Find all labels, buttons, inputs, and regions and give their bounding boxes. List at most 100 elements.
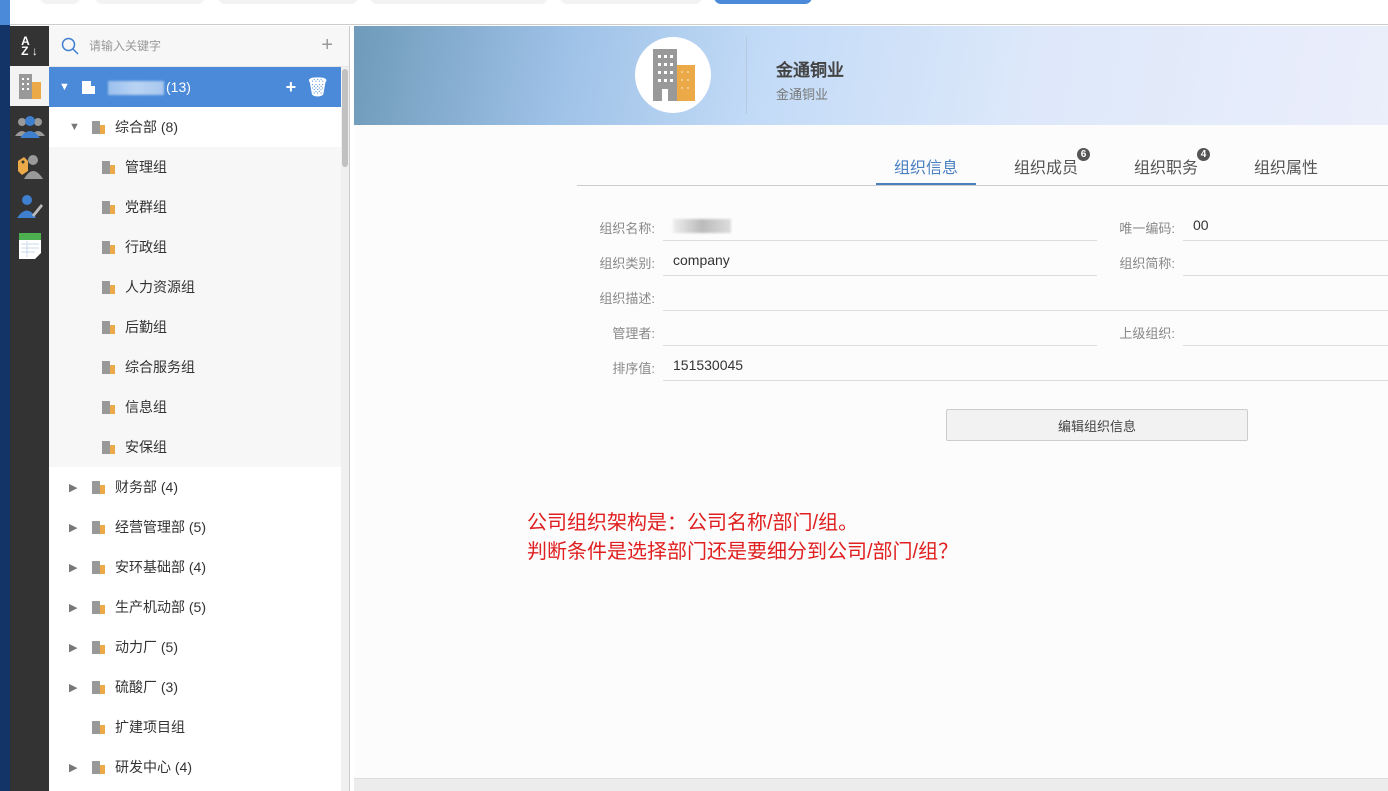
top-tab[interactable] [560, 0, 702, 4]
tree-node-label: 财务部 (4) [115, 479, 178, 495]
org-short-name-field[interactable] [1183, 249, 1388, 276]
parent-org-field[interactable] [1183, 319, 1388, 346]
tree-node[interactable]: 管理组 [49, 147, 341, 187]
tree-node[interactable]: 党群组 [49, 187, 341, 227]
users-group-icon[interactable] [10, 106, 49, 146]
top-tab[interactable] [218, 0, 358, 4]
manager-label: 管理者: [612, 326, 655, 341]
tree-node-label: 生产机动部 (5) [115, 599, 206, 615]
org-name-field[interactable] [663, 214, 1097, 241]
top-tab[interactable] [40, 0, 80, 4]
tree-node[interactable]: ▼ 综合部 (8) [49, 107, 341, 147]
browser-tab-bar [0, 0, 1388, 25]
tab-org-members[interactable]: 组织成员 6 [1014, 148, 1090, 185]
building-icon [92, 601, 105, 614]
building-icon [92, 761, 105, 774]
sort-az-icon[interactable]: AZ ↓ [10, 26, 49, 66]
org-title: 金通铜业 [776, 61, 844, 80]
trash-icon[interactable]: 🗑 [306, 77, 329, 98]
user-edit-icon[interactable] [10, 186, 49, 226]
caret-right-icon[interactable]: ▶ [69, 641, 77, 654]
tree-node[interactable]: 安保组 [49, 427, 341, 467]
edit-org-info-button[interactable]: 编辑组织信息 [946, 409, 1248, 441]
building-icon [102, 441, 115, 454]
building-icon [102, 161, 115, 174]
org-name-label: 组织名称: [599, 221, 655, 236]
org-type-label: 组织类别: [599, 256, 655, 271]
building-icon [92, 521, 105, 534]
tree-node[interactable]: ▶ 研发中心 (4) [49, 747, 341, 787]
tree-scrollbar[interactable] [341, 67, 349, 791]
caret-down-icon[interactable]: ▼ [59, 81, 70, 93]
app-edge-strip [0, 0, 10, 791]
tab-org-info[interactable]: 组织信息 [876, 154, 976, 185]
manager-field[interactable] [663, 319, 1097, 346]
building-icon [102, 401, 115, 414]
tree-node[interactable]: 后勤组 [49, 307, 341, 347]
tree-node[interactable]: 行政组 [49, 227, 341, 267]
tree-node-label: 硫酸厂 (3) [115, 679, 178, 695]
caret-right-icon[interactable]: ▶ [69, 761, 77, 774]
tree-node-label: 动力厂 (5) [115, 639, 178, 655]
tree-node-label: 后勤组 [125, 319, 167, 335]
top-tab-active[interactable] [714, 0, 812, 4]
tree-node[interactable]: ▶ 财务部 (4) [49, 467, 341, 507]
add-node-icon[interactable]: + [286, 77, 297, 98]
tree-node[interactable]: 扩建项目组 [49, 707, 341, 747]
user-role-icon[interactable] [10, 146, 49, 186]
tree-node[interactable]: ▶ 安环基础部 (4) [49, 547, 341, 587]
tree-node-label: 经营管理部 (5) [115, 519, 206, 535]
tree-search-input[interactable] [89, 39, 309, 53]
caret-right-icon[interactable]: ▶ [69, 601, 77, 614]
tab-org-attributes[interactable]: 组织属性 [1254, 154, 1318, 185]
main-content: 金通铜业 金通铜业 组织信息 组织成员 6 组织职务 4 组织属性 组织名称: 唯一… [354, 26, 1388, 791]
org-short-name-label: 组织简称: [1119, 256, 1175, 271]
tree-search-bar: + [49, 26, 349, 67]
unique-code-label: 唯一编码: [1119, 221, 1175, 236]
tree-node[interactable]: 综合服务组 [49, 347, 341, 387]
org-desc-field[interactable] [663, 284, 1388, 311]
organization-icon[interactable] [10, 66, 49, 106]
tree-root-node[interactable]: ▼ (13) + 🗑 [49, 67, 341, 107]
sort-value-field[interactable]: 151530045 [663, 354, 1388, 381]
tree-node[interactable]: ▶ 硫酸厂 (3) [49, 667, 341, 707]
tree-list: ▼ (13) + 🗑 ▼ 综合部 (8) 管理组 党群组 行政组 人力资源组 后勤组 综合服务组… [49, 67, 349, 787]
tree-node-label: 党群组 [125, 199, 167, 215]
building-icon [92, 721, 105, 734]
caret-right-icon[interactable]: ▶ [69, 481, 77, 494]
divider [746, 36, 747, 114]
tree-node-label: 安保组 [125, 439, 167, 455]
caret-right-icon[interactable]: ▶ [69, 521, 77, 534]
caret-right-icon[interactable]: ▶ [69, 681, 77, 694]
annotation-text: 公司组织架构是：公司名称/部门/组。 判断条件是选择部门还是要细分到公司/部门/… [527, 509, 958, 567]
horizontal-scrollbar[interactable] [354, 778, 1388, 791]
add-icon[interactable]: + [321, 34, 333, 57]
building-icon [92, 681, 105, 694]
tree-node-label: 信息组 [125, 399, 167, 415]
tree-node-label: 安环基础部 (4) [115, 559, 206, 575]
spreadsheet-icon[interactable] [10, 226, 49, 266]
building-icon [102, 281, 115, 294]
tree-node-label: 行政组 [125, 239, 167, 255]
tree-node[interactable]: 人力资源组 [49, 267, 341, 307]
org-tree-panel: + ▼ (13) + 🗑 ▼ 综合部 (8) 管理组党群组行政组人力资源组后勤组综合服… [49, 26, 350, 791]
org-type-field[interactable]: company [663, 249, 1097, 276]
tab-org-positions[interactable]: 组织职务 4 [1134, 148, 1210, 185]
tree-node[interactable]: ▶ 生产机动部 (5) [49, 587, 341, 627]
org-tabs: 组织信息 组织成员 6 组织职务 4 组织属性 [577, 148, 1388, 186]
parent-org-label: 上级组织: [1119, 326, 1175, 341]
building-icon [82, 81, 95, 94]
caret-right-icon[interactable]: ▶ [69, 561, 77, 574]
sort-value-label: 排序值: [612, 361, 655, 376]
tree-node[interactable]: 信息组 [49, 387, 341, 427]
tree-node-label: 综合服务组 [125, 359, 195, 375]
caret-down-icon[interactable]: ▼ [69, 121, 80, 133]
building-icon [92, 481, 105, 494]
unique-code-field[interactable]: 00 [1183, 214, 1388, 241]
top-tab[interactable] [95, 0, 205, 4]
tree-node-label: 管理组 [125, 159, 167, 175]
top-tab[interactable] [370, 0, 548, 4]
tree-node[interactable]: ▶ 动力厂 (5) [49, 627, 341, 667]
icon-rail: AZ ↓ [10, 26, 49, 791]
tree-node[interactable]: ▶ 经营管理部 (5) [49, 507, 341, 547]
